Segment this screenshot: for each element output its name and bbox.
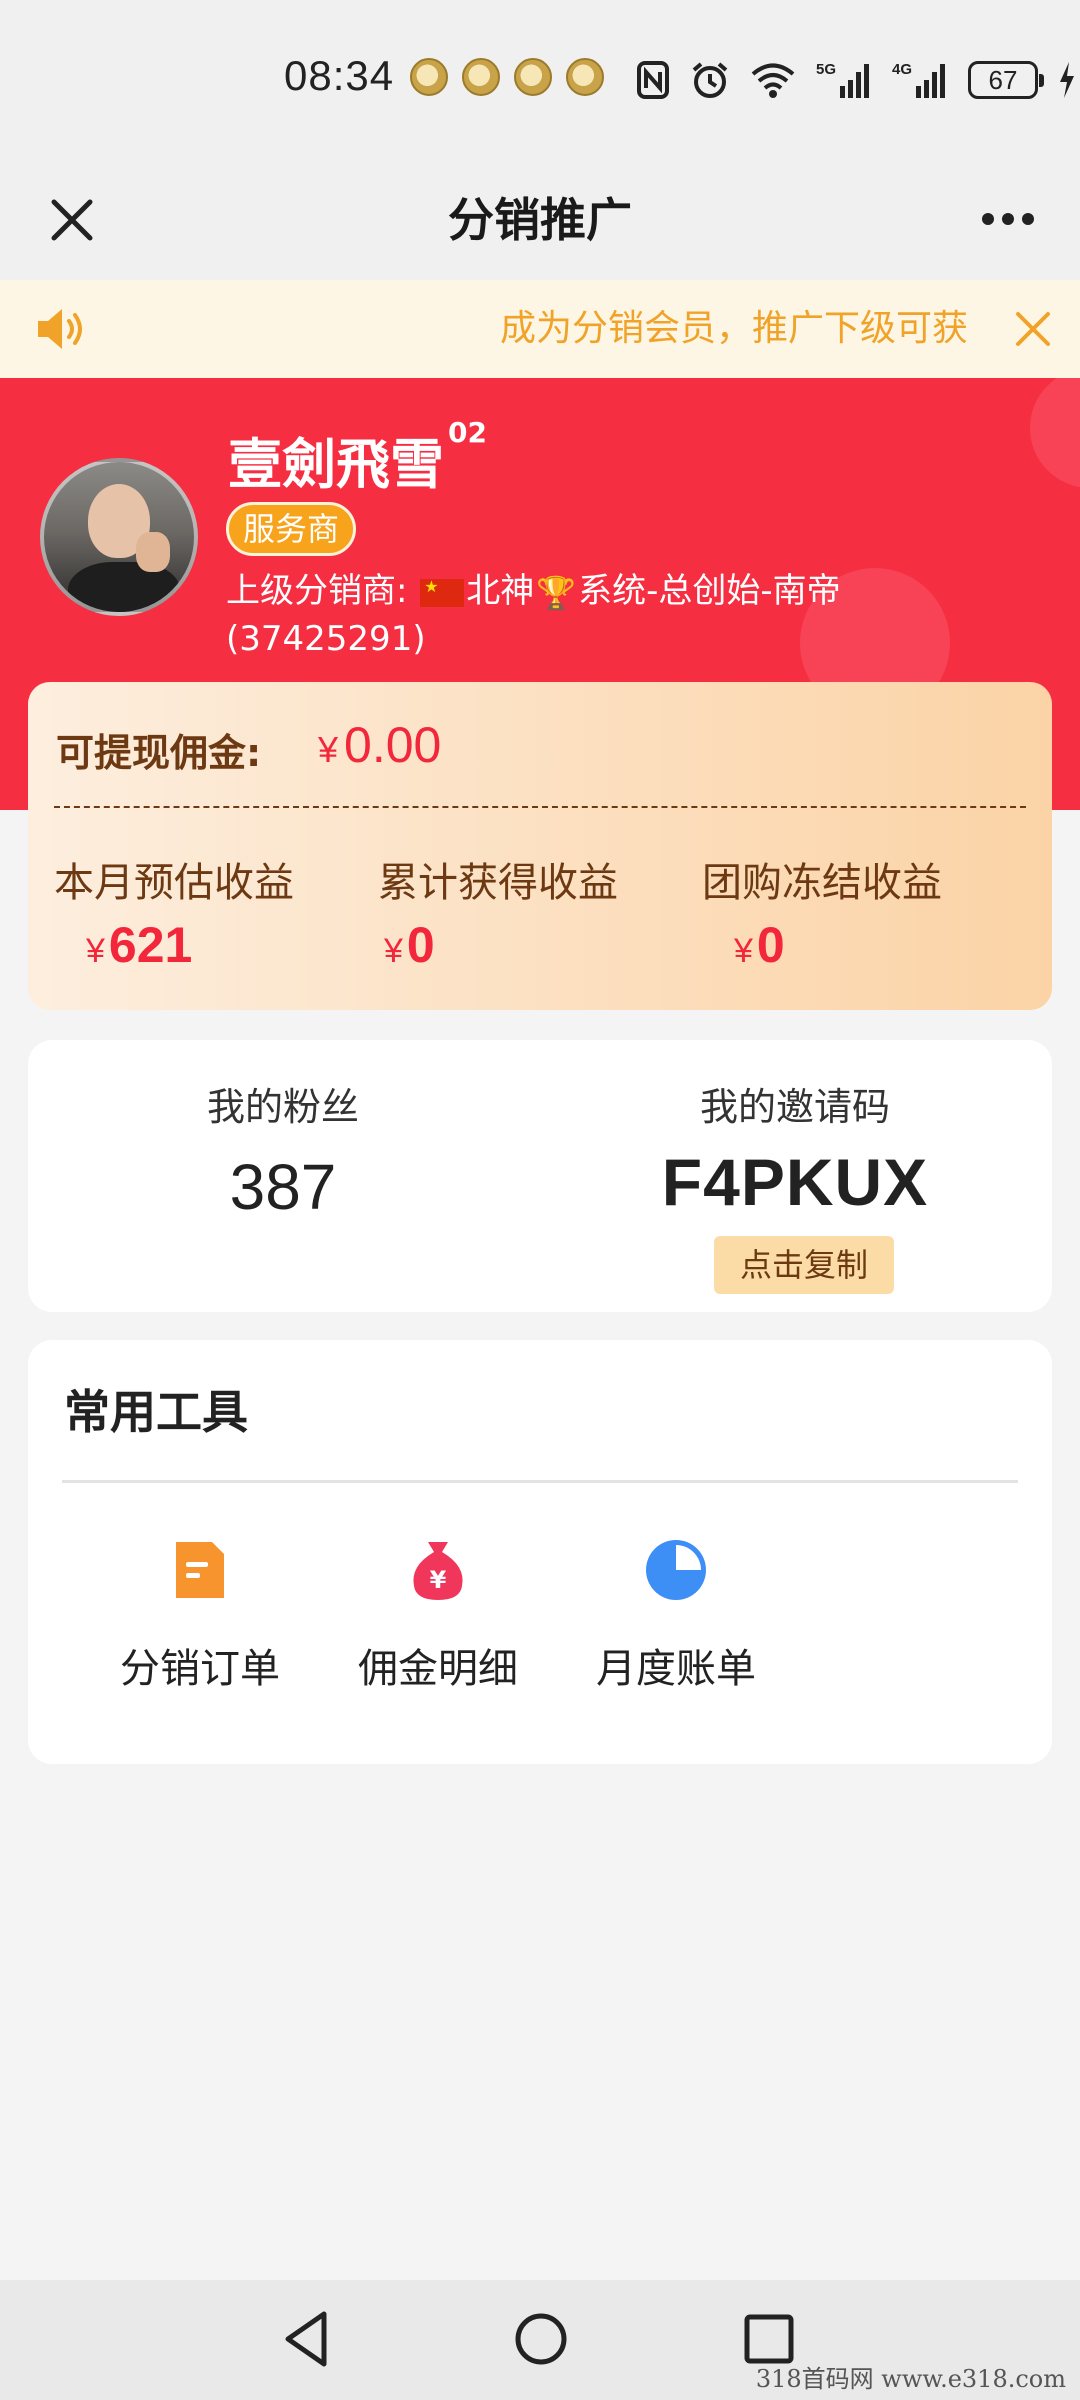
role-badge: 服务商 [226,502,357,556]
status-bar: 08:34 5G 4G 67 [0,0,1080,160]
decorative-circle [1030,378,1080,488]
fans-count[interactable]: 387 [28,1150,538,1224]
tool-commission-details[interactable]: ¥ 佣金明细 [328,1536,548,1736]
withdraw-amount: ¥0.00 [318,717,442,773]
svg-text:¥: ¥ [430,1566,447,1594]
trophy-icon: 🏆 [536,573,577,612]
speaker-icon [34,304,88,354]
parent-name-part2: 系统-总创始-南帝 [578,571,841,611]
china-flag-icon [420,577,465,607]
pet-notification-icon [514,58,552,96]
more-icon[interactable] [968,194,1048,244]
status-time: 08:34 [284,52,395,99]
signal-5g-icon: 5G [816,60,872,100]
invite-label: 我的邀请码 [699,1085,890,1129]
tools-card: 常用工具 分销订单 ¥ 佣金明细 月度账单 [28,1340,1052,1764]
avatar [40,458,198,616]
notice-text: 成为分销会员，推广下级可获 [500,308,969,349]
nav-bar: 分销推广 [0,160,1080,280]
nfc-icon [636,60,670,100]
pet-notification-icon [462,58,500,96]
tools-title: 常用工具 [64,1385,248,1439]
home-icon[interactable] [506,2304,576,2374]
stat-frozen-label: 团购冻结收益 [702,860,942,906]
parent-name-part1: 北神 [466,571,535,611]
money-bag-icon: ¥ [404,1536,472,1604]
signal-4g-icon: 4G [892,60,948,100]
tool-monthly-bill[interactable]: 月度账单 [566,1536,786,1736]
notice-bar[interactable]: 成为分销会员，推广下级可获 [0,280,1080,378]
parent-id: (37425291) [226,618,426,659]
tool-label: 佣金明细 [358,1646,518,1692]
divider [62,1480,1018,1483]
withdraw-label: 可提现佣金: [56,731,262,775]
back-icon[interactable] [274,2304,344,2374]
invite-code: F4PKUX [661,1145,929,1219]
pie-chart-icon [642,1536,710,1604]
order-document-icon [166,1536,234,1604]
svg-text:5G: 5G [816,61,836,78]
fans-label: 我的粉丝 [206,1085,359,1129]
stat-monthly-value: ¥621 [86,917,193,973]
svg-text:4G: 4G [892,61,912,78]
tool-distribution-orders[interactable]: 分销订单 [90,1536,310,1736]
notice-close-icon[interactable] [1010,306,1056,352]
commission-card: 可提现佣金: ¥0.00 本月预估收益 ¥621 累计获得收益 ¥0 团购冻结收… [28,682,1052,1010]
stat-monthly-label: 本月预估收益 [54,860,294,906]
copy-invite-button[interactable]: 点击复制 [714,1236,894,1294]
fans-invite-card: 我的粉丝 387 我的邀请码 F4PKUX 点击复制 [28,1040,1052,1312]
alarm-icon [690,60,730,100]
parent-distributor: 上级分销商: 北神🏆系统-总创始-南帝 (37425291) [226,568,1046,662]
system-navigation-bar: 318首码网 www.e318.com [0,2280,1080,2400]
watermark-text: 318首码网 www.e318.com [755,2365,1066,2393]
stat-total-label: 累计获得收益 [378,860,618,906]
page-title: 分销推广 [448,193,632,247]
user-name: 壹劍飛雪02 [228,416,487,496]
wifi-icon [750,61,796,99]
tool-label: 月度账单 [596,1646,756,1692]
parent-label: 上级分销商: [226,571,408,611]
tool-label: 分销订单 [120,1646,280,1692]
stat-total-value: ¥0 [384,917,435,973]
pet-notification-icon [566,58,604,96]
stat-frozen-value: ¥0 [734,917,785,973]
battery-indicator: 67 [968,61,1044,99]
dashed-divider [54,806,1026,808]
charging-icon [1058,62,1076,98]
pet-notification-icon [410,58,448,96]
